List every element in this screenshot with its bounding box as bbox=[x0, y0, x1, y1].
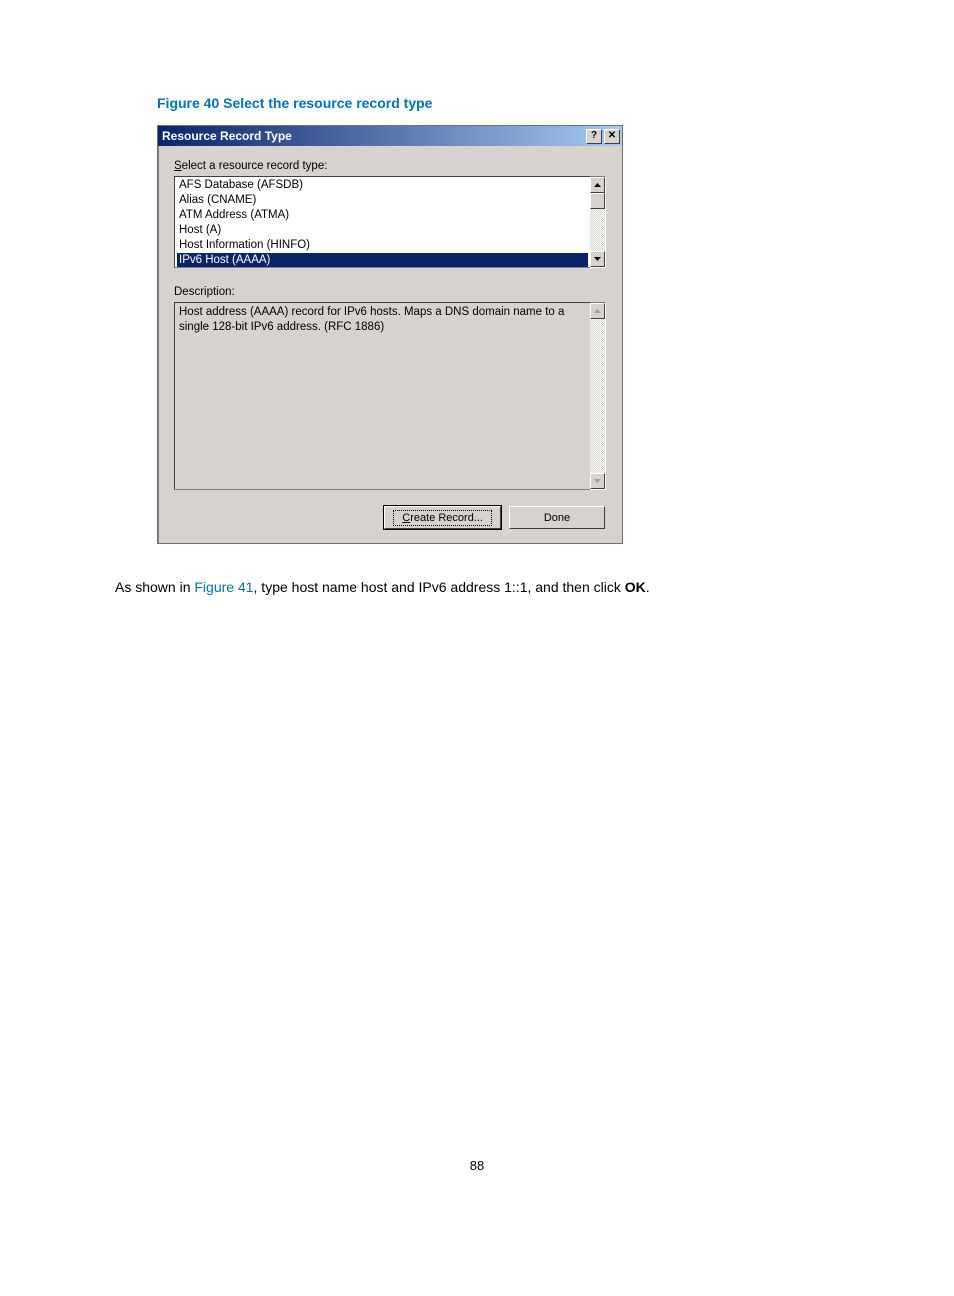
chevron-up-icon bbox=[594, 183, 601, 187]
done-button[interactable]: Done bbox=[509, 506, 605, 529]
help-icon: ? bbox=[591, 131, 597, 141]
accesskey-s: S bbox=[174, 160, 182, 172]
listbox-scrollbar[interactable] bbox=[590, 176, 606, 268]
chevron-up-icon bbox=[594, 309, 601, 313]
chevron-down-icon bbox=[594, 257, 601, 261]
figure-41-link[interactable]: Figure 41 bbox=[194, 579, 253, 595]
scrollbar-track bbox=[590, 319, 605, 473]
create-record-button[interactable]: Create Record... bbox=[384, 506, 501, 529]
list-item[interactable]: Alias (CNAME) bbox=[177, 193, 588, 208]
page-number: 88 bbox=[115, 1158, 839, 1173]
list-item[interactable]: Host (A) bbox=[177, 223, 588, 238]
scroll-down-button bbox=[590, 473, 605, 489]
dialog-title: Resource Record Type bbox=[162, 129, 584, 143]
scrollbar-track[interactable] bbox=[590, 209, 605, 251]
scroll-up-button bbox=[590, 303, 605, 319]
list-item[interactable]: Host Information (HINFO) bbox=[177, 238, 588, 253]
close-icon: ✕ bbox=[608, 131, 616, 141]
list-item[interactable]: ATM Address (ATMA) bbox=[177, 208, 588, 223]
scroll-up-button[interactable] bbox=[590, 177, 605, 193]
scroll-down-button[interactable] bbox=[590, 251, 605, 267]
ok-text: OK bbox=[625, 579, 646, 595]
close-button[interactable]: ✕ bbox=[604, 129, 620, 144]
list-item-selected[interactable]: IPv6 Host (AAAA) bbox=[177, 253, 588, 268]
text-pre: As shown in bbox=[115, 579, 194, 595]
list-item[interactable]: AFS Database (AFSDB) bbox=[177, 178, 588, 193]
scrollbar-thumb[interactable] bbox=[590, 193, 605, 209]
description-label: Description: bbox=[174, 286, 606, 298]
text-post: . bbox=[646, 579, 650, 595]
select-record-type-label: Select a resource record type: bbox=[174, 160, 606, 172]
dialog-titlebar: Resource Record Type ? ✕ bbox=[158, 126, 622, 146]
instruction-text: As shown in Figure 41, type host name ho… bbox=[115, 578, 839, 598]
description-textbox: Host address (AAAA) record for IPv6 host… bbox=[174, 302, 590, 490]
help-button[interactable]: ? bbox=[586, 129, 602, 144]
text-mid: , type host name host and IPv6 address 1… bbox=[254, 579, 625, 595]
figure-caption: Figure 40 Select the resource record typ… bbox=[157, 95, 839, 111]
create-record-label: reate Record... bbox=[410, 512, 483, 524]
select-label-text: elect a resource record type: bbox=[182, 160, 328, 172]
resource-record-type-dialog: Resource Record Type ? ✕ Select a resour… bbox=[157, 125, 623, 544]
done-label: Done bbox=[544, 512, 570, 524]
record-type-listbox[interactable]: AFS Database (AFSDB) Alias (CNAME) ATM A… bbox=[174, 176, 590, 268]
description-scrollbar bbox=[590, 302, 606, 490]
chevron-down-icon bbox=[594, 479, 601, 483]
